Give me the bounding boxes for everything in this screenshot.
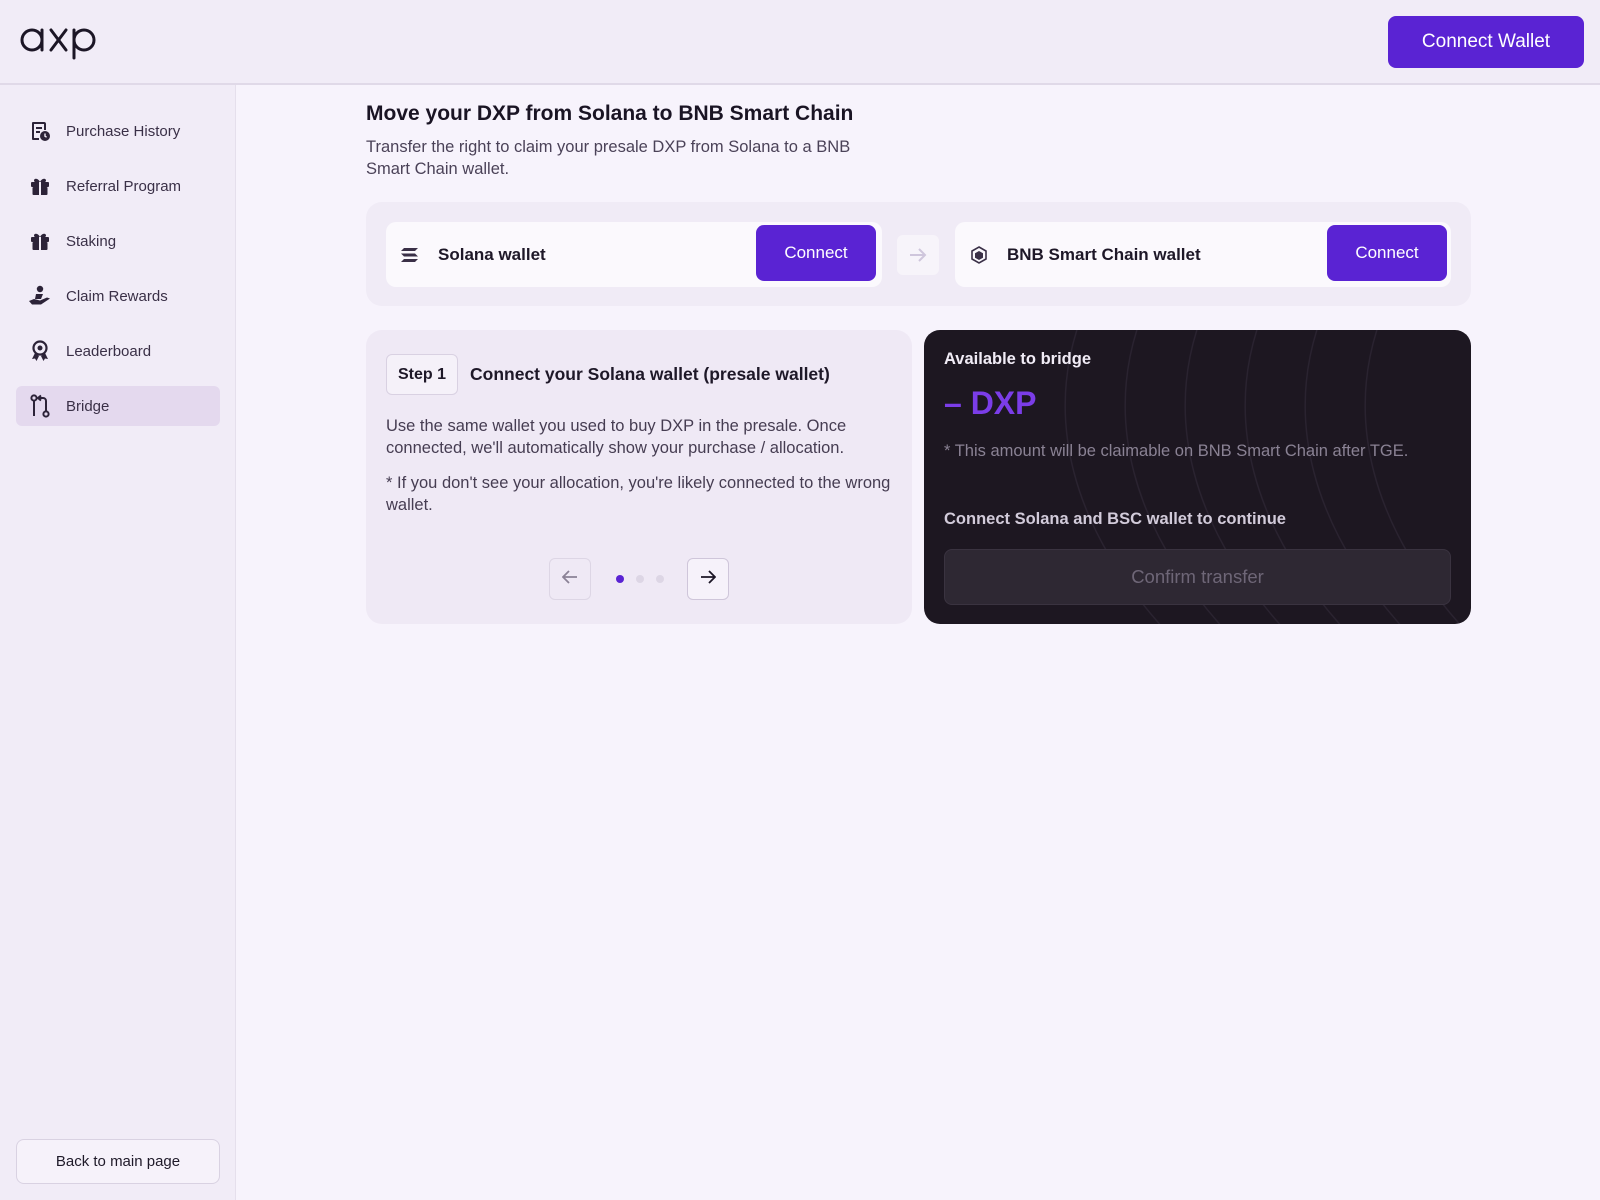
sidebar-item-staking[interactable]: Staking xyxy=(16,221,220,261)
gift-icon xyxy=(28,174,52,198)
award-badge-icon xyxy=(28,339,52,363)
bnb-wallet-label: BNB Smart Chain wallet xyxy=(1007,244,1201,264)
step-card: Step 1 Connect your Solana wallet (presa… xyxy=(366,330,912,624)
solana-wallet-label: Solana wallet xyxy=(438,244,546,264)
step-description: Use the same wallet you used to buy DXP … xyxy=(386,417,847,457)
step-dot[interactable] xyxy=(656,575,664,583)
bnb-wallet-box: BNB Smart Chain wallet Connect xyxy=(955,222,1451,287)
arrow-left-icon xyxy=(561,569,578,589)
continue-hint: Connect Solana and BSC wallet to continu… xyxy=(944,510,1286,528)
gift-icon xyxy=(28,229,52,253)
bridge-summary-card: Available to bridge – DXP * This amount … xyxy=(924,330,1471,624)
dxp-logo-mark xyxy=(20,28,96,60)
sidebar-item-label: Referral Program xyxy=(66,177,182,195)
solana-connect-button[interactable]: Connect xyxy=(756,225,876,281)
hand-coin-icon xyxy=(28,284,52,308)
sidebar-item-label: Purchase History xyxy=(66,122,181,140)
top-header: Connect Wallet xyxy=(0,0,1600,85)
sidebar-item-label: Leaderboard xyxy=(66,342,152,360)
step-note: * If you don't see your allocation, you'… xyxy=(386,474,891,514)
step-dot[interactable] xyxy=(636,575,644,583)
sidebar-item-referral-program[interactable]: Referral Program xyxy=(16,166,220,206)
wallet-connect-panel: Solana wallet Connect BNB Smart Chain wa… xyxy=(366,202,1471,306)
arrow-right-icon xyxy=(700,569,717,589)
sidebar-item-leaderboard[interactable]: Leaderboard xyxy=(16,331,220,371)
step-badge: Step 1 xyxy=(386,354,458,395)
sidebar: Purchase History Referral Program Stakin… xyxy=(0,85,236,1200)
sidebar-item-label: Bridge xyxy=(66,397,110,415)
available-label: Available to bridge xyxy=(944,350,1092,368)
sidebar-item-purchase-history[interactable]: Purchase History xyxy=(16,111,220,151)
step-dot-active[interactable] xyxy=(616,575,624,583)
claim-note: * This amount will be claimable on BNB S… xyxy=(944,442,1409,460)
page-title: Move your DXP from Solana to BNB Smart C… xyxy=(366,102,854,125)
bridge-icon xyxy=(28,394,52,418)
prev-step-button[interactable] xyxy=(549,558,591,600)
arrow-right-icon xyxy=(897,235,939,275)
page-subtitle: Transfer the right to claim your presale… xyxy=(366,138,851,178)
receipt-clock-icon xyxy=(28,119,52,143)
sidebar-item-claim-rewards[interactable]: Claim Rewards xyxy=(16,276,220,316)
bnb-icon xyxy=(969,245,989,265)
connect-wallet-button[interactable]: Connect Wallet xyxy=(1388,16,1584,68)
step-title: Connect your Solana wallet (presale wall… xyxy=(470,364,830,384)
solana-wallet-box: Solana wallet Connect xyxy=(386,222,882,287)
sidebar-item-bridge[interactable]: Bridge xyxy=(16,386,220,426)
dxp-logo[interactable] xyxy=(18,22,104,62)
confirm-transfer-button[interactable]: Confirm transfer xyxy=(944,549,1451,605)
next-step-button[interactable] xyxy=(687,558,729,600)
sidebar-item-label: Claim Rewards xyxy=(66,287,168,305)
available-amount: – DXP xyxy=(944,385,1037,421)
solana-icon xyxy=(400,245,420,265)
sidebar-item-label: Staking xyxy=(66,232,117,250)
bnb-connect-button[interactable]: Connect xyxy=(1327,225,1447,281)
back-to-main-button[interactable]: Back to main page xyxy=(16,1139,220,1184)
